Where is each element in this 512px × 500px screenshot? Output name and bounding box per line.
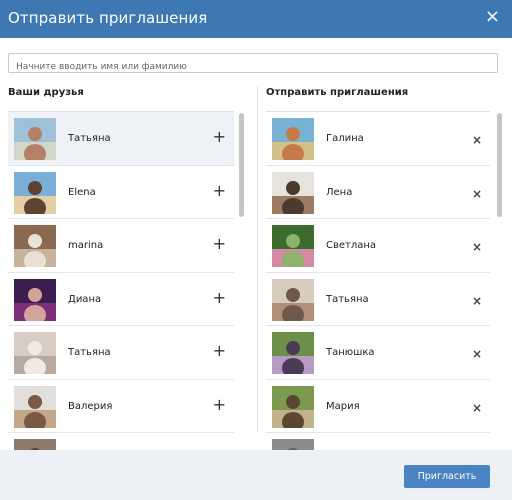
add-icon[interactable]: + [213,341,226,361]
friend-item[interactable]: Валерия + [8,380,234,433]
friend-item[interactable]: Татьяна + [8,112,234,166]
friend-name: Elena [68,186,96,198]
friends-title: Ваши друзья [8,87,84,98]
dialog-title: Отправить приглашения [8,9,208,27]
remove-icon[interactable]: × [472,237,482,257]
dialog-header: Отправить приглашения × [0,0,512,38]
add-icon[interactable]: + [213,234,226,254]
avatar [272,332,314,374]
avatar [14,118,56,160]
add-icon[interactable]: + [213,181,226,201]
invite-item[interactable]: Мария × [266,380,490,433]
avatar [14,385,56,428]
remove-icon[interactable]: × [472,291,482,311]
friend-item[interactable]: marina + [8,219,234,273]
friend-name: Диана [68,293,102,305]
search-input[interactable] [9,58,497,76]
invite-item[interactable]: Татьяна × [266,273,490,326]
friend-name: Татьяна [68,133,111,144]
friend-item[interactable]: Татьяна + [8,326,234,380]
friends-list: Татьяна + Elena + marina + Диана + Татьяна + Валер… [8,111,234,451]
add-icon[interactable]: + [213,288,226,308]
remove-icon[interactable]: × [472,398,482,418]
friend-item[interactable] [8,433,234,451]
close-icon[interactable]: × [485,7,500,27]
column-divider [257,86,258,432]
invite-name: Светлана [326,240,377,251]
avatar [14,332,56,374]
invite-item[interactable]: Галина × [266,112,490,166]
friend-item[interactable]: Диана + [8,273,234,326]
invite-name: Танюшка [326,347,375,358]
invite-name: Галина [326,133,364,144]
invite-name: Мария [326,400,360,412]
invite-name: Татьяна [326,293,369,305]
add-icon[interactable]: + [213,127,226,147]
search-box[interactable] [8,53,498,76]
invite-name: Лена [326,186,353,198]
avatar [272,118,314,160]
invite-item[interactable]: Танюшка × [266,326,490,380]
avatar [272,171,314,214]
remove-icon[interactable]: × [472,184,482,204]
invite-item[interactable]: Лена × [266,166,490,219]
avatar [272,225,314,267]
invites-scrollbar[interactable] [497,113,502,217]
invites-list: Галина × Лена × Светлана × Татьяна × Танюшка × Мар… [266,111,490,451]
friends-scrollbar[interactable] [239,113,244,217]
friend-name: marina [68,240,104,251]
invite-item[interactable] [266,433,490,451]
avatar [14,278,56,321]
remove-icon[interactable]: × [472,130,482,150]
friend-item[interactable]: Elena + [8,166,234,219]
avatar [14,171,56,214]
invite-button[interactable]: Пригласить [404,465,490,488]
invite-item[interactable]: Светлана × [266,219,490,273]
friend-name: Валерия [68,400,113,412]
add-icon[interactable]: + [213,395,226,415]
invites-title: Отправить приглашения [266,87,409,98]
remove-icon[interactable]: × [472,344,482,364]
avatar [14,225,56,267]
avatar [272,278,314,321]
friend-name: Татьяна [68,347,111,358]
avatar [272,385,314,428]
